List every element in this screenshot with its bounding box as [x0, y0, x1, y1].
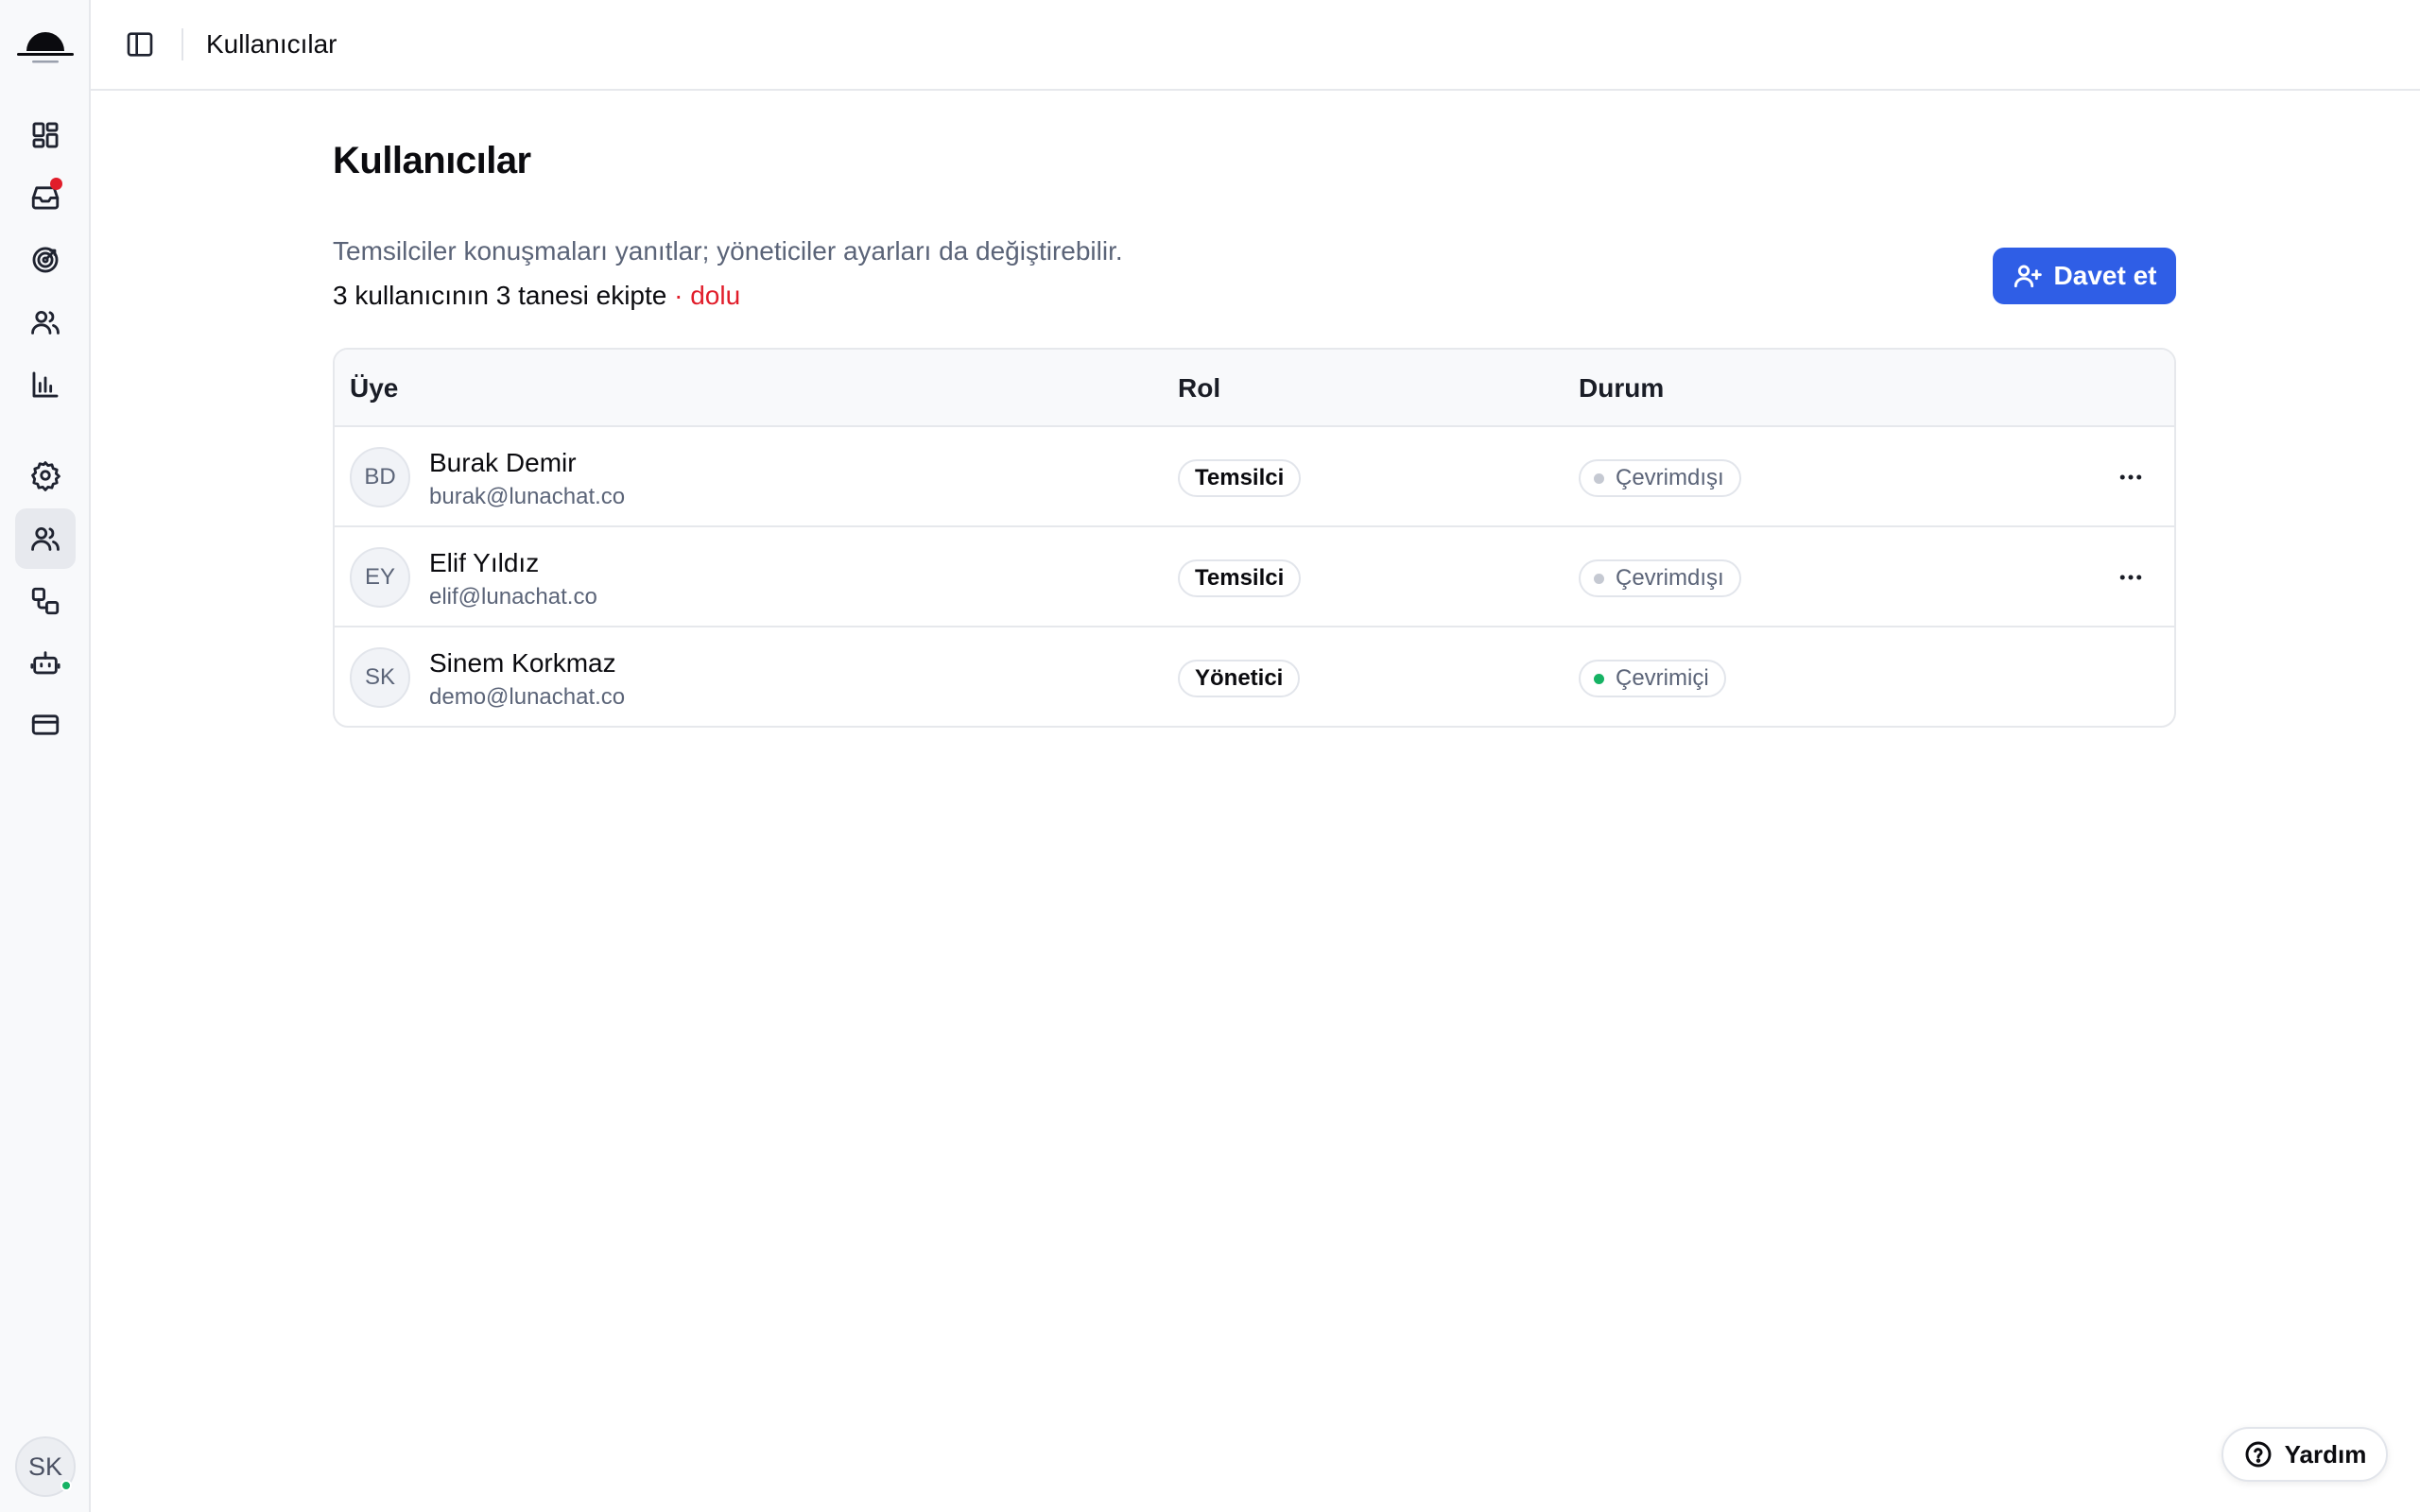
column-header-status: Durum — [1579, 373, 1665, 403]
invite-button-label: Davet et — [2053, 261, 2157, 290]
invite-button[interactable]: Davet et — [1993, 248, 2176, 304]
row-actions-button[interactable] — [2112, 461, 2150, 493]
bot-icon — [30, 651, 60, 675]
column-header-role: Rol — [1178, 373, 1221, 403]
status-label: Çevrimdışı — [1616, 565, 1724, 591]
member-name: Elif Yıldız — [429, 548, 540, 577]
member-email: elif@lunachat.co — [429, 584, 597, 610]
table-row: SK Sinem Korkmaz demo@lunachat.co Yöneti… — [335, 627, 2174, 726]
column-header-member: Üye — [350, 373, 399, 403]
role-badge: Yönetici — [1178, 660, 1301, 697]
page-subtitle: Temsilciler konuşmaları yanıtlar; yöneti… — [333, 236, 1123, 266]
member-email: demo@lunachat.co — [429, 684, 626, 710]
page-title: Kullanıcılar — [333, 140, 531, 181]
member-avatar: EY — [350, 547, 410, 608]
row-actions-button[interactable] — [2112, 561, 2150, 593]
sidebar-item-target[interactable] — [15, 230, 76, 290]
reports-icon — [32, 371, 59, 398]
table-header: Üye Rol Durum — [335, 350, 2174, 427]
dashboard-icon — [32, 122, 59, 148]
status-badge: Çevrimdışı — [1579, 459, 1741, 497]
status-badge: Çevrimdışı — [1579, 559, 1741, 597]
sidebar-item-reports[interactable] — [15, 354, 76, 415]
seat-full-separator: · — [666, 281, 691, 310]
sidebar-item-settings[interactable] — [15, 445, 76, 506]
sidebar-toggle-button[interactable] — [121, 26, 159, 63]
online-status-dot — [1594, 673, 1604, 684]
member-email: burak@lunachat.co — [429, 484, 626, 509]
table-row: EY Elif Yıldız elif@lunachat.co Temsilci… — [335, 527, 2174, 627]
billing-icon — [31, 714, 60, 735]
topbar: Kullanıcılar — [91, 0, 2420, 91]
status-label: Çevrimdışı — [1616, 465, 1724, 490]
users-table: Üye Rol Durum BD Burak Demir burak@lunac… — [333, 348, 2176, 728]
seat-full-label: dolu — [690, 281, 741, 310]
member-avatar: SK — [350, 647, 410, 708]
target-icon — [32, 247, 59, 273]
sidebar-item-contacts[interactable] — [15, 292, 76, 352]
sidebar-item-integrations[interactable] — [15, 571, 76, 631]
online-status-dot — [60, 1480, 72, 1491]
sidebar-item-bot[interactable] — [15, 633, 76, 694]
users-icon — [31, 526, 60, 551]
topbar-divider — [182, 28, 183, 60]
user-avatar[interactable]: SK — [15, 1436, 76, 1497]
help-button-label: Yardım — [2284, 1439, 2367, 1469]
integrations-icon — [31, 587, 60, 615]
user-avatar-initials: SK — [27, 1452, 63, 1481]
help-circle-icon — [2245, 1441, 2272, 1468]
help-button[interactable]: Yardım — [2221, 1427, 2388, 1482]
offline-status-dot — [1594, 573, 1604, 584]
member-name: Sinem Korkmaz — [429, 648, 616, 678]
status-label: Çevrimiçi — [1616, 665, 1709, 691]
logo-icon[interactable] — [15, 21, 76, 70]
seat-count: 3 kullanıcının 3 tanesi ekipte · dolu — [333, 281, 740, 311]
member-avatar: BD — [350, 447, 410, 507]
seat-count-text: 3 kullanıcının 3 tanesi ekipte — [333, 281, 667, 310]
member-name: Burak Demir — [429, 448, 577, 477]
sidebar-panel-icon — [127, 32, 153, 57]
settings-icon — [31, 461, 60, 491]
sidebar-item-billing[interactable] — [15, 695, 76, 755]
unread-badge — [50, 178, 62, 190]
sidebar-item-dashboard[interactable] — [15, 105, 76, 165]
sidebar: SK — [0, 0, 91, 1512]
offline-status-dot — [1594, 472, 1604, 484]
table-row: BD Burak Demir burak@lunachat.co Temsilc… — [335, 427, 2174, 527]
status-badge: Çevrimiçi — [1579, 660, 1726, 697]
role-badge: Temsilci — [1178, 559, 1302, 597]
contacts-icon — [31, 310, 60, 335]
sidebar-item-users[interactable] — [15, 508, 76, 569]
breadcrumb: Kullanıcılar — [206, 29, 337, 59]
role-badge: Temsilci — [1178, 459, 1302, 497]
more-horizontal-icon — [2119, 575, 2142, 580]
user-plus-icon — [2014, 265, 2042, 288]
sidebar-item-inbox[interactable] — [15, 166, 76, 227]
more-horizontal-icon — [2119, 474, 2142, 480]
